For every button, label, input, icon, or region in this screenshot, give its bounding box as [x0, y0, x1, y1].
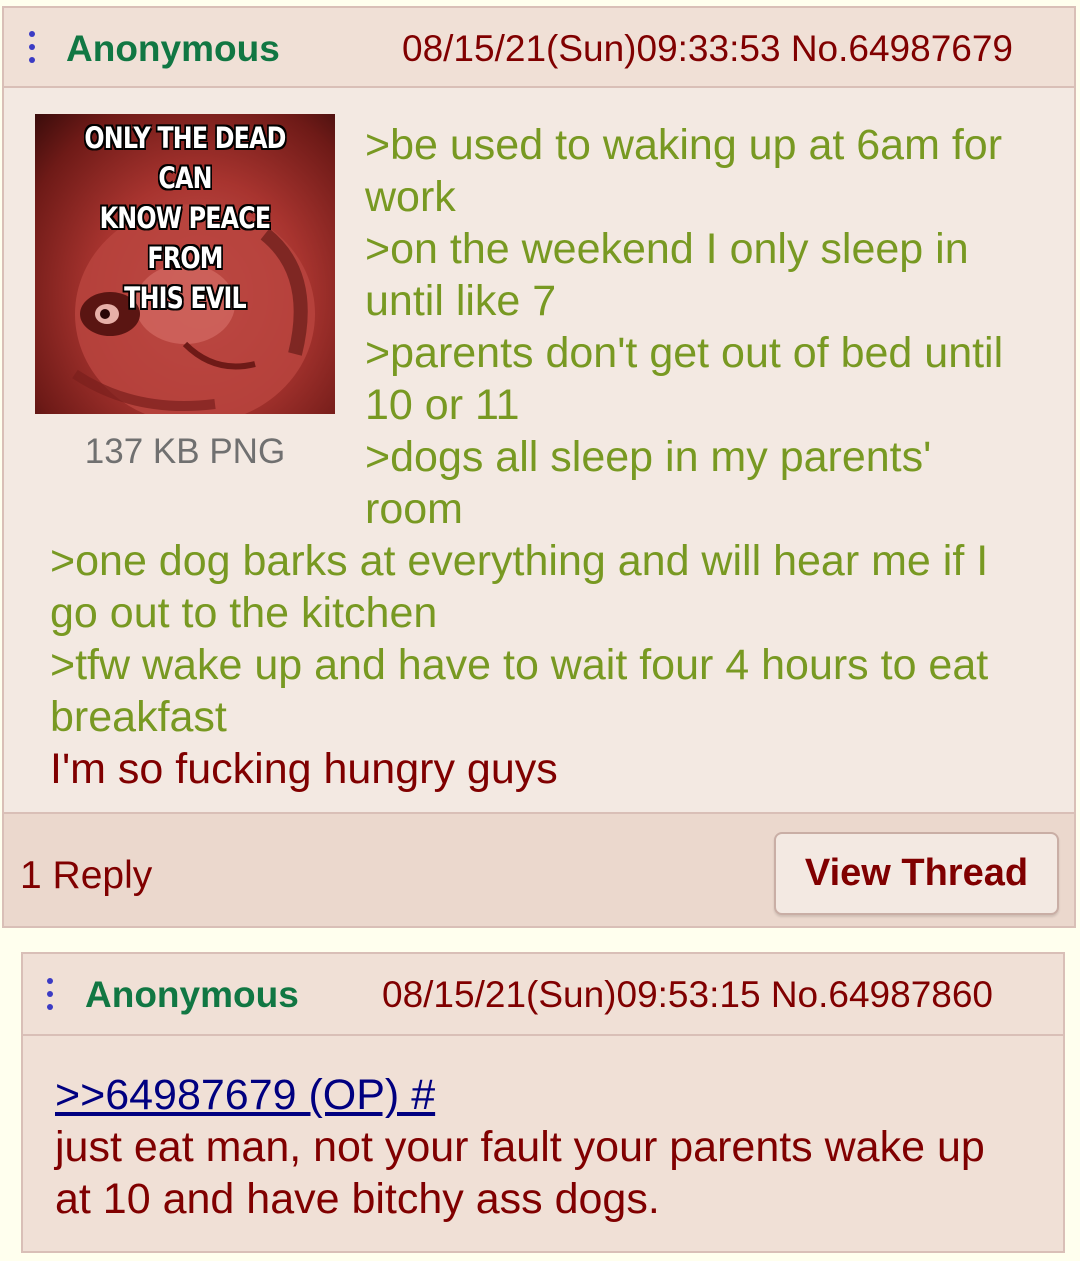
- greentext-line: until like 7: [365, 277, 557, 325]
- image-caption-line: KNOW PEACE FROM: [99, 201, 271, 275]
- view-thread-button[interactable]: View Thread: [774, 832, 1059, 915]
- op-post-header: Anonymous 08/15/21(Sun)09:33:53 No.64987…: [4, 8, 1074, 88]
- greentext-line: 10 or 11: [365, 381, 520, 429]
- op-post: Anonymous 08/15/21(Sun)09:33:53 No.64987…: [2, 6, 1076, 928]
- post-meta: 08/15/21(Sun)09:53:15 No.64987860: [382, 976, 993, 1013]
- vertical-ellipsis-icon[interactable]: [47, 978, 53, 1017]
- greentext-line: breakfast: [50, 693, 227, 741]
- image-caption-line: THIS EVIL: [124, 281, 246, 315]
- file-info: 137 KB PNG: [84, 432, 286, 471]
- greentext-line: >one dog barks at everything and will he…: [50, 537, 989, 585]
- reply-post: Anonymous 08/15/21(Sun)09:53:15 No.64987…: [21, 952, 1065, 1253]
- post-timestamp: 08/15/21(Sun)09:53:15: [382, 974, 761, 1015]
- image-caption: ONLY THE DEAD CAN KNOW PEACE FROM THIS E…: [62, 118, 308, 318]
- post-timestamp: 08/15/21(Sun)09:33:53: [402, 28, 781, 69]
- greentext-line: >parents don't get out of bed until: [365, 329, 1004, 377]
- post-number[interactable]: No.64987860: [771, 974, 993, 1015]
- post-number[interactable]: No.64987679: [791, 28, 1013, 69]
- post-meta: 08/15/21(Sun)09:33:53 No.64987679: [402, 30, 1013, 67]
- greentext-line: go out to the kitchen: [50, 589, 438, 637]
- greentext-line: >on the weekend I only sleep in: [365, 225, 969, 273]
- greentext-line: work: [365, 173, 456, 221]
- vertical-ellipsis-icon[interactable]: [29, 31, 35, 70]
- post-text-line: just eat man, not your fault your parent…: [55, 1123, 985, 1171]
- greentext-line: >dogs all sleep in my parents': [365, 433, 932, 481]
- post-text-line: at 10 and have bitchy ass dogs.: [55, 1175, 660, 1223]
- thread-footer: 1 Reply View Thread: [4, 812, 1074, 926]
- post-image-thumbnail[interactable]: ONLY THE DEAD CAN KNOW PEACE FROM THIS E…: [35, 114, 335, 414]
- post-text-line: I'm so fucking hungry guys: [50, 745, 558, 793]
- op-quote-link[interactable]: >>64987679 (OP) #: [55, 1069, 435, 1121]
- reply-post-header: Anonymous 08/15/21(Sun)09:53:15 No.64987…: [23, 954, 1063, 1036]
- greentext-line: room: [365, 485, 463, 533]
- greentext-line: >be used to waking up at 6am for: [365, 121, 1003, 169]
- poster-name: Anonymous: [66, 28, 280, 69]
- greentext-line: >tfw wake up and have to wait four 4 hou…: [50, 641, 989, 689]
- image-caption-line: ONLY THE DEAD CAN: [84, 121, 286, 195]
- reply-count: 1 Reply: [20, 854, 153, 897]
- poster-name: Anonymous: [85, 974, 299, 1015]
